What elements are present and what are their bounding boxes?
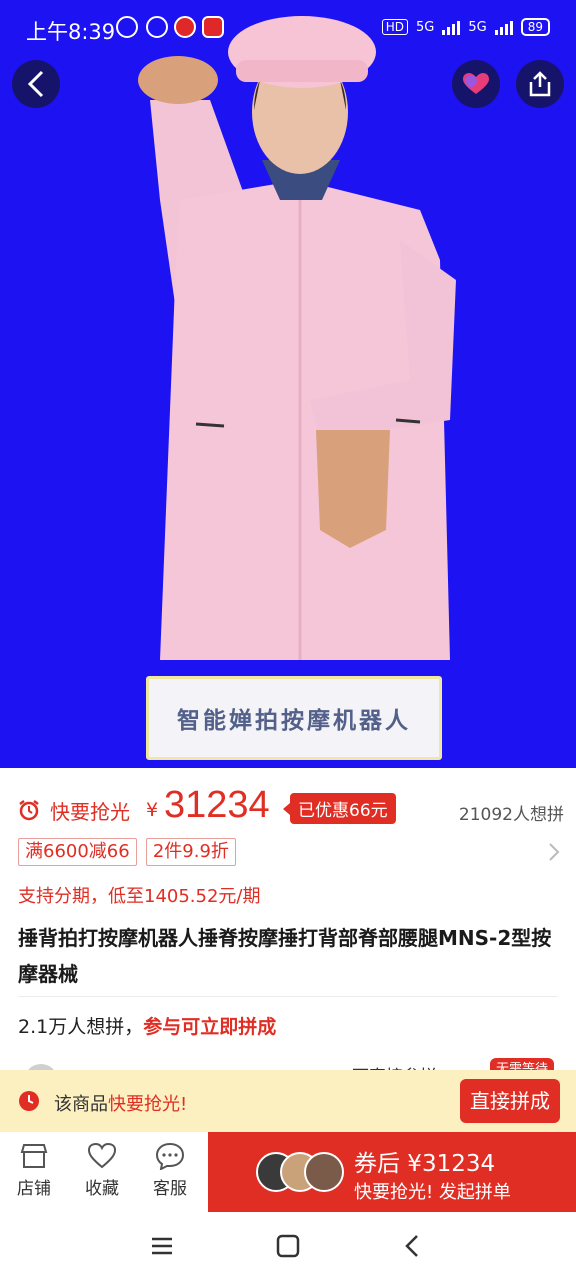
banner-text: 该商品快要抢光! bbox=[54, 1090, 187, 1116]
group-buy-prefix: 2.1万人想拼， bbox=[18, 1016, 144, 1038]
sign-text: 智能婵拍按摩机器人 bbox=[177, 708, 411, 734]
price-row: 快要抢光 ¥ 31234 已优惠66元 21092人想拼 bbox=[18, 784, 564, 830]
status-right-icons: HD 5G 5G 89 bbox=[381, 18, 550, 36]
product-price: 31234 bbox=[164, 784, 270, 826]
customer-service-button[interactable]: 客服 bbox=[140, 1142, 200, 1199]
buy-price: 券后 ¥31234 bbox=[354, 1151, 496, 1177]
app-notification-icon bbox=[174, 16, 196, 38]
divider bbox=[18, 996, 558, 997]
nav-back-button[interactable] bbox=[394, 1230, 430, 1262]
signal-icon bbox=[442, 19, 461, 35]
group-avatars bbox=[256, 1152, 346, 1192]
currency-symbol: ¥ bbox=[146, 799, 159, 821]
signal-icon-2 bbox=[494, 19, 513, 35]
share-button[interactable] bbox=[516, 60, 564, 108]
alarm-clock-icon bbox=[19, 800, 39, 821]
alarm-icon bbox=[146, 16, 168, 38]
status-bar: 上午8:39 HD 5G 5G 89 bbox=[0, 0, 576, 56]
group-buy-row: 2.1万人想拼，参与可立即拼成 bbox=[18, 1012, 276, 1039]
signal-5g-2: 5G bbox=[468, 19, 487, 35]
bottom-action-bar: 店铺 收藏 客服 券后 ¥31234 快要抢光! 发起拼单 bbox=[0, 1132, 576, 1212]
nav-menu-button[interactable] bbox=[144, 1230, 180, 1262]
favorite-toggle[interactable]: 收藏 bbox=[72, 1142, 132, 1199]
signal-5g-1: 5G bbox=[416, 19, 435, 35]
shop-icon bbox=[20, 1144, 48, 1168]
discount-badge: 已优惠66元 bbox=[283, 793, 396, 824]
heart-outline-icon bbox=[87, 1142, 117, 1169]
flash-sale-label: 快要抢光 bbox=[50, 800, 130, 824]
nav-home-button[interactable] bbox=[270, 1230, 306, 1262]
chevron-left-icon bbox=[405, 1235, 418, 1257]
back-button[interactable] bbox=[12, 60, 60, 108]
coupon-tag[interactable]: 2件9.9折 bbox=[145, 838, 236, 866]
product-sign: 智能婵拍按摩机器人 bbox=[146, 676, 442, 760]
flash-sale-banner: 该商品快要抢光! 直接拼成 bbox=[0, 1070, 576, 1132]
menu-icon bbox=[152, 1237, 172, 1255]
home-square-icon bbox=[276, 1234, 300, 1258]
product-image[interactable]: 智能婵拍按摩机器人 bbox=[0, 0, 576, 768]
mute-icon bbox=[116, 16, 138, 38]
product-title: 捶背拍打按摩机器人捶脊按摩捶打背部脊部腰腿MNS-2型按摩器械 bbox=[18, 926, 552, 986]
battery-indicator: 89 bbox=[520, 18, 550, 36]
chat-bubble-icon bbox=[155, 1142, 185, 1170]
start-group-buy-button[interactable]: 券后 ¥31234 快要抢光! 发起拼单 bbox=[208, 1132, 576, 1212]
buy-subtitle: 快要抢光! 发起拼单 bbox=[354, 1182, 511, 1203]
chevron-right-icon[interactable] bbox=[548, 842, 560, 862]
shop-label: 店铺 bbox=[17, 1179, 51, 1199]
favorite-label: 收藏 bbox=[85, 1179, 119, 1199]
avatar bbox=[304, 1152, 344, 1192]
share-icon bbox=[529, 71, 551, 97]
coupon-row[interactable]: 满6600减66 2件9.9折 bbox=[18, 838, 564, 868]
coupon-tag[interactable]: 满6600减66 bbox=[18, 838, 137, 866]
heart-icon bbox=[463, 73, 489, 94]
group-buy-accent: 参与可立即拼成 bbox=[143, 1016, 277, 1038]
favorite-button[interactable] bbox=[452, 60, 500, 108]
chevron-left-icon bbox=[27, 70, 44, 98]
banner-prefix: 该商品 bbox=[54, 1094, 108, 1115]
clock-icon bbox=[19, 1091, 39, 1111]
banner-accent: 快要抢光! bbox=[108, 1094, 188, 1115]
shop-button[interactable]: 店铺 bbox=[4, 1142, 64, 1199]
robot-figure-image bbox=[138, 16, 456, 660]
direct-group-button[interactable]: 直接拼成 bbox=[460, 1079, 560, 1123]
hd-indicator: HD bbox=[381, 19, 408, 35]
want-count: 21092人想拼 bbox=[458, 805, 564, 825]
status-time: 上午8:39 bbox=[26, 20, 116, 44]
installment-info[interactable]: 支持分期，低至1405.52元/期 bbox=[18, 882, 261, 908]
app-notification-icon-2 bbox=[202, 16, 224, 38]
system-nav-bar bbox=[0, 1212, 576, 1280]
service-label: 客服 bbox=[153, 1179, 187, 1199]
